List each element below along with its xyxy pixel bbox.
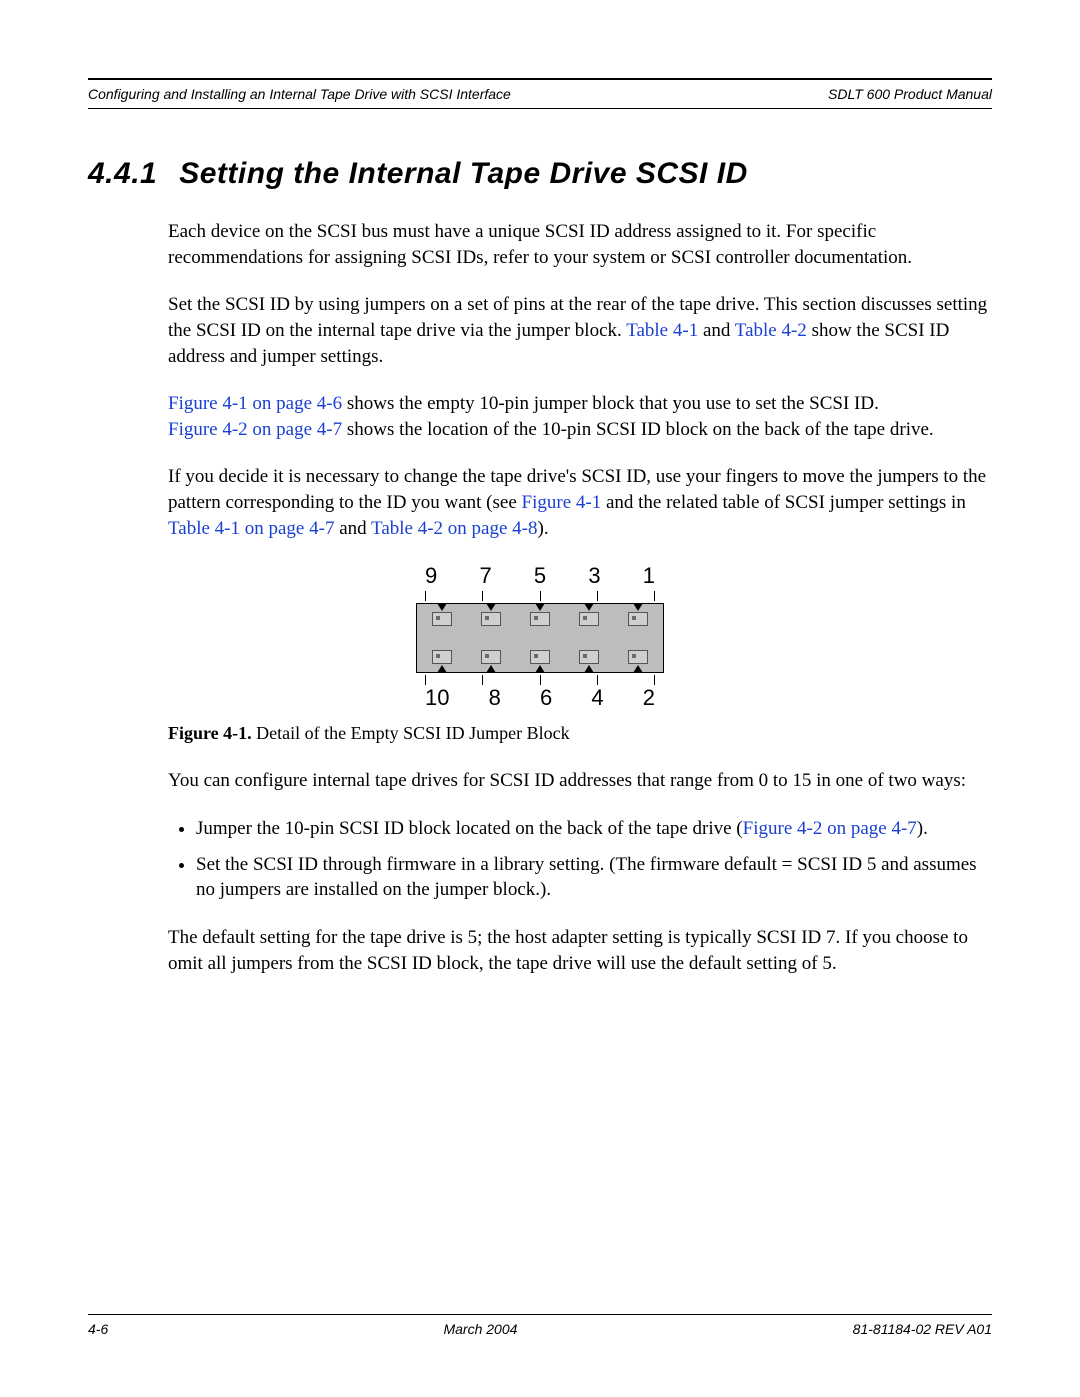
bullet1-a: Jumper the 10-pin SCSI ID block located … bbox=[196, 818, 743, 839]
figure-4-1: 9 7 5 3 1 bbox=[88, 563, 992, 713]
link-figure-4-1[interactable]: Figure 4-1 bbox=[522, 492, 602, 513]
figure-caption: Figure 4-1. Detail of the Empty SCSI ID … bbox=[168, 723, 992, 744]
page-footer: 4-6 March 2004 81-81184-02 REV A01 bbox=[88, 1314, 992, 1337]
pin bbox=[481, 612, 501, 626]
link-figure-4-2-page[interactable]: Figure 4-2 on page 4-7 bbox=[168, 419, 342, 440]
header-right: SDLT 600 Product Manual bbox=[828, 86, 992, 102]
tick bbox=[482, 591, 483, 601]
pin-label-5: 5 bbox=[534, 563, 546, 589]
p4-text-c: and bbox=[334, 518, 371, 539]
header-left: Configuring and Installing an Internal T… bbox=[88, 86, 511, 102]
jumper-block bbox=[416, 603, 664, 673]
list-item: Jumper the 10-pin SCSI ID block located … bbox=[196, 816, 992, 842]
running-header: Configuring and Installing an Internal T… bbox=[88, 86, 992, 108]
paragraph-3: Figure 4-1 on page 4-6 shows the empty 1… bbox=[168, 391, 992, 442]
paragraph-6: The default setting for the tape drive i… bbox=[168, 925, 992, 976]
footer-page-number: 4-6 bbox=[88, 1321, 108, 1337]
link-figure-4-2-bullet[interactable]: Figure 4-2 on page 4-7 bbox=[743, 818, 917, 839]
link-table-4-1[interactable]: Table 4-1 bbox=[626, 320, 698, 341]
pin bbox=[481, 650, 501, 664]
bottom-ticks bbox=[425, 675, 655, 685]
tick bbox=[597, 675, 598, 685]
pin-row-top bbox=[417, 612, 663, 626]
pin bbox=[628, 650, 648, 664]
p3-text-b: shows the location of the 10-pin SCSI ID… bbox=[342, 419, 934, 440]
link-table-4-2-page[interactable]: Table 4-2 on page 4-8 bbox=[371, 518, 537, 539]
tick bbox=[654, 675, 655, 685]
header-rule-thin bbox=[88, 108, 992, 109]
pin-label-2: 2 bbox=[643, 685, 655, 711]
section-title-text: Setting the Internal Tape Drive SCSI ID bbox=[179, 157, 748, 190]
p3-text-a: shows the empty 10-pin jumper block that… bbox=[342, 393, 879, 414]
bullet1-b: ). bbox=[917, 818, 928, 839]
p4-text-d: ). bbox=[538, 518, 549, 539]
pin bbox=[579, 612, 599, 626]
pin bbox=[530, 612, 550, 626]
pin-label-1: 1 bbox=[643, 563, 655, 589]
tick bbox=[425, 675, 426, 685]
pin bbox=[628, 612, 648, 626]
pin-label-3: 3 bbox=[588, 563, 600, 589]
figure-caption-text: Detail of the Empty SCSI ID Jumper Block bbox=[252, 723, 570, 743]
pin bbox=[579, 650, 599, 664]
tick bbox=[540, 591, 541, 601]
link-table-4-2[interactable]: Table 4-2 bbox=[735, 320, 807, 341]
pin-label-8: 8 bbox=[489, 685, 501, 711]
pin-label-4: 4 bbox=[591, 685, 603, 711]
top-pin-numbers: 9 7 5 3 1 bbox=[425, 563, 655, 589]
figure-label: Figure 4-1. bbox=[168, 723, 252, 743]
top-ticks bbox=[425, 591, 655, 601]
tick bbox=[425, 591, 426, 601]
pin bbox=[530, 650, 550, 664]
jumper-diagram: 9 7 5 3 1 bbox=[416, 563, 664, 713]
pin-row-bottom bbox=[417, 650, 663, 664]
list-item: Set the SCSI ID through firmware in a li… bbox=[196, 852, 992, 903]
paragraph-5: You can configure internal tape drives f… bbox=[168, 768, 992, 794]
pin-label-10: 10 bbox=[425, 685, 449, 711]
bottom-pin-numbers: 10 8 6 4 2 bbox=[425, 685, 655, 711]
footer-doc-id: 81-81184-02 REV A01 bbox=[853, 1321, 992, 1337]
page-content: Configuring and Installing an Internal T… bbox=[88, 78, 992, 998]
section-heading: 4.4.1 Setting the Internal Tape Drive SCS… bbox=[88, 157, 992, 191]
paragraph-2: Set the SCSI ID by using jumpers on a se… bbox=[168, 292, 992, 369]
pin bbox=[432, 650, 452, 664]
pin-label-7: 7 bbox=[479, 563, 491, 589]
footer-date: March 2004 bbox=[443, 1321, 517, 1337]
bullet-list: Jumper the 10-pin SCSI ID block located … bbox=[168, 816, 992, 903]
tick bbox=[597, 591, 598, 601]
link-table-4-1-page[interactable]: Table 4-1 on page 4-7 bbox=[168, 518, 334, 539]
tick bbox=[540, 675, 541, 685]
p4-text-b: and the related table of SCSI jumper set… bbox=[601, 492, 966, 513]
header-rule-thick bbox=[88, 78, 992, 80]
paragraph-1: Each device on the SCSI bus must have a … bbox=[168, 219, 992, 270]
tick bbox=[654, 591, 655, 601]
tick bbox=[482, 675, 483, 685]
link-figure-4-1-page[interactable]: Figure 4-1 on page 4-6 bbox=[168, 393, 342, 414]
section-number: 4.4.1 bbox=[88, 157, 157, 190]
pin-label-9: 9 bbox=[425, 563, 437, 589]
pin-label-6: 6 bbox=[540, 685, 552, 711]
pin bbox=[432, 612, 452, 626]
footer-row: 4-6 March 2004 81-81184-02 REV A01 bbox=[88, 1315, 992, 1337]
p2-text-b: and bbox=[698, 320, 735, 341]
paragraph-4: If you decide it is necessary to change … bbox=[168, 464, 992, 541]
